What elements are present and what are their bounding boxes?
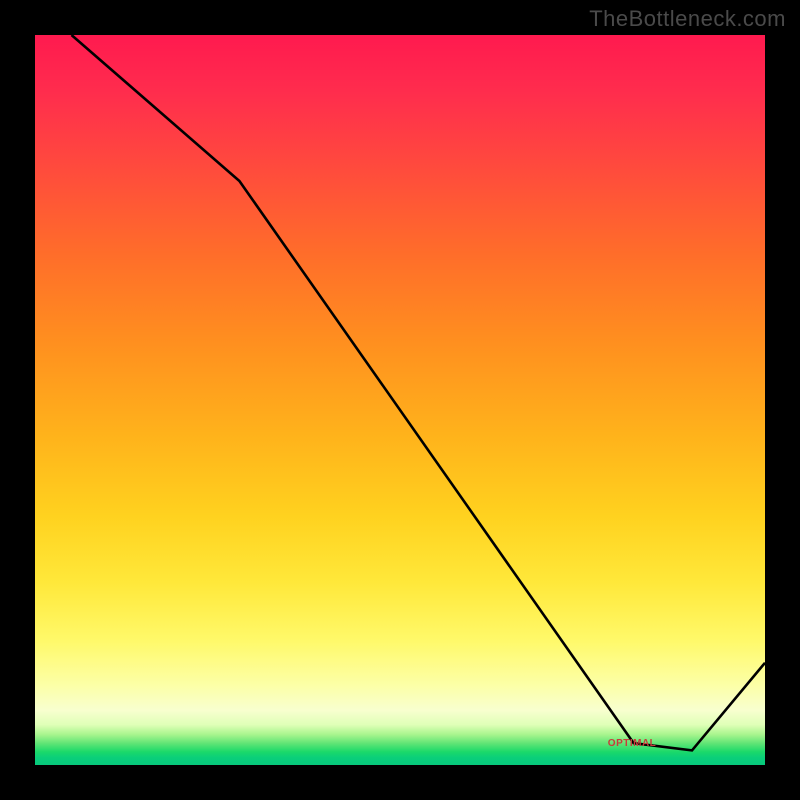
optimal-label: OPTIMAL bbox=[608, 738, 657, 749]
bottleneck-line-chart bbox=[35, 35, 765, 765]
plot-area: OPTIMAL bbox=[35, 35, 765, 765]
bottleneck-curve-path bbox=[72, 35, 766, 750]
chart-frame: TheBottleneck.com OPTIMAL bbox=[0, 0, 800, 800]
watermark-text: TheBottleneck.com bbox=[589, 6, 786, 32]
